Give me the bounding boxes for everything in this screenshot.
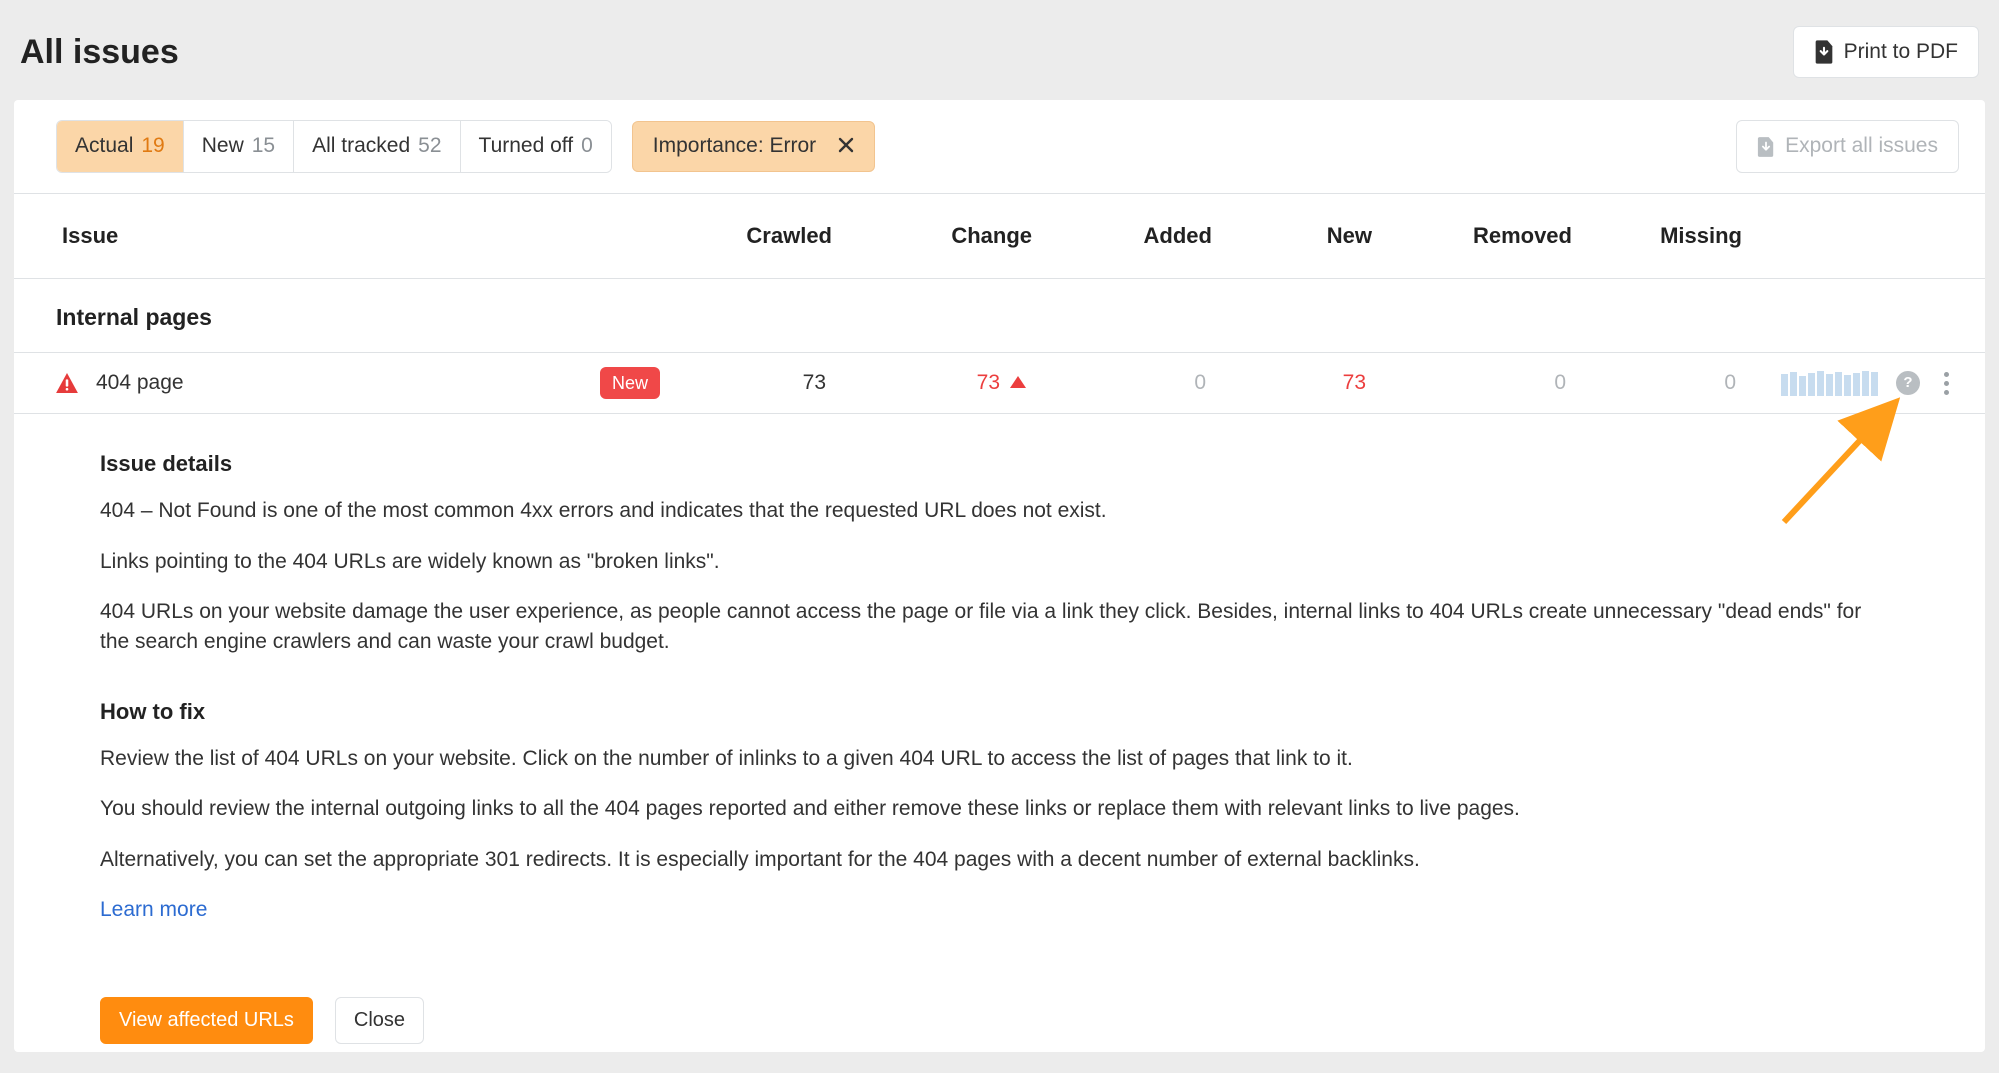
cell-crawled: 73 bbox=[676, 368, 846, 398]
fix-p2: You should review the internal outgoing … bbox=[100, 794, 1890, 824]
view-affected-urls-button[interactable]: View affected URLs bbox=[100, 997, 313, 1044]
filter-tabs: Actual 19 New 15 All tracked 52 Turned o… bbox=[56, 120, 612, 172]
print-pdf-label: Print to PDF bbox=[1844, 37, 1958, 67]
tab-label: Turned off bbox=[479, 131, 574, 161]
tab-actual[interactable]: Actual 19 bbox=[57, 121, 184, 171]
tab-count: 52 bbox=[418, 131, 441, 161]
col-removed: Removed bbox=[1392, 220, 1592, 252]
cell-removed: 0 bbox=[1386, 368, 1586, 398]
new-badge: New bbox=[600, 367, 660, 399]
row-menu-icon[interactable] bbox=[1938, 372, 1955, 395]
tab-label: New bbox=[202, 131, 244, 161]
page-title: All issues bbox=[20, 28, 179, 77]
col-added: Added bbox=[1052, 220, 1232, 252]
howtofix-heading: How to fix bbox=[100, 696, 1929, 728]
details-p3: 404 URLs on your website damage the user… bbox=[100, 597, 1890, 658]
sparkline bbox=[1781, 370, 1878, 396]
col-issue: Issue bbox=[62, 220, 682, 252]
help-icon[interactable]: ? bbox=[1896, 371, 1920, 395]
col-change: Change bbox=[852, 220, 1052, 252]
cell-missing: 0 bbox=[1586, 368, 1756, 398]
issues-card: Actual 19 New 15 All tracked 52 Turned o… bbox=[14, 100, 1985, 1052]
col-new: New bbox=[1232, 220, 1392, 252]
pdf-icon bbox=[1814, 40, 1834, 64]
download-icon bbox=[1757, 137, 1775, 157]
issue-row-404[interactable]: 404 page New 73 73 0 73 0 0 ? bbox=[14, 353, 1985, 414]
issue-name: 404 page bbox=[96, 368, 184, 398]
trend-up-icon bbox=[1010, 376, 1026, 388]
filter-bar: Actual 19 New 15 All tracked 52 Turned o… bbox=[14, 100, 1985, 193]
tab-count: 15 bbox=[252, 131, 275, 161]
tab-count: 19 bbox=[141, 131, 164, 161]
fix-p3: Alternatively, you can set the appropria… bbox=[100, 845, 1890, 875]
chip-label: Importance: Error bbox=[653, 131, 816, 161]
tab-new[interactable]: New 15 bbox=[184, 121, 294, 171]
export-all-button[interactable]: Export all issues bbox=[1736, 120, 1959, 172]
col-crawled: Crawled bbox=[682, 220, 852, 252]
details-p1: 404 – Not Found is one of the most commo… bbox=[100, 496, 1890, 526]
error-icon bbox=[56, 373, 78, 393]
close-button[interactable]: Close bbox=[335, 997, 424, 1044]
learn-more-link[interactable]: Learn more bbox=[100, 898, 207, 921]
tab-all-tracked[interactable]: All tracked 52 bbox=[294, 121, 460, 171]
chip-remove-icon[interactable] bbox=[834, 135, 858, 159]
filter-chip-importance[interactable]: Importance: Error bbox=[632, 121, 875, 171]
fix-p1: Review the list of 404 URLs on your webs… bbox=[100, 744, 1890, 774]
export-all-label: Export all issues bbox=[1785, 131, 1938, 161]
tab-count: 0 bbox=[581, 131, 593, 161]
details-p2: Links pointing to the 404 URLs are widel… bbox=[100, 547, 1890, 577]
print-pdf-button[interactable]: Print to PDF bbox=[1793, 26, 1979, 78]
tab-turned-off[interactable]: Turned off 0 bbox=[461, 121, 611, 171]
details-actions: View affected URLs Close bbox=[14, 973, 1985, 1052]
col-missing: Missing bbox=[1592, 220, 1762, 252]
cell-new: 73 bbox=[1226, 368, 1386, 398]
issue-details: Issue details 404 – Not Found is one of … bbox=[14, 414, 1985, 973]
cell-added: 0 bbox=[1046, 368, 1226, 398]
tab-label: All tracked bbox=[312, 131, 410, 161]
cell-change: 73 bbox=[846, 368, 1046, 398]
table-header: Issue Crawled Change Added New Removed M… bbox=[14, 194, 1985, 279]
details-heading: Issue details bbox=[100, 448, 1929, 480]
tab-label: Actual bbox=[75, 131, 133, 161]
group-internal-pages: Internal pages bbox=[14, 279, 1985, 353]
